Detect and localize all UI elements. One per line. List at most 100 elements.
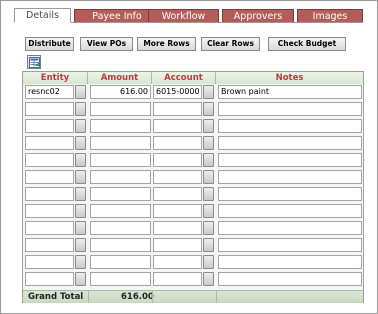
entity-lookup-button[interactable]: [75, 136, 86, 150]
entity-lookup-button[interactable]: [75, 119, 86, 133]
notes-input[interactable]: Brown paint: [218, 85, 362, 99]
entity-input[interactable]: [25, 102, 74, 116]
total-divider: [88, 291, 89, 303]
account-lookup-button[interactable]: [203, 119, 214, 133]
more-rows-button[interactable]: More Rows: [137, 37, 196, 51]
notes-input[interactable]: [218, 170, 362, 184]
table-row: [23, 169, 363, 186]
amount-input[interactable]: [90, 170, 151, 184]
entity-lookup-button[interactable]: [75, 170, 86, 184]
amount-input[interactable]: [90, 119, 151, 133]
account-lookup-button[interactable]: [203, 272, 214, 286]
notes-input[interactable]: [218, 238, 362, 252]
table-row: [23, 152, 363, 169]
entity-input[interactable]: [25, 204, 74, 218]
account-input[interactable]: [153, 170, 202, 184]
table-row: [23, 237, 363, 254]
tab-approvers[interactable]: Approvers: [222, 9, 294, 22]
entity-lookup-button[interactable]: [75, 153, 86, 167]
table-row: [23, 220, 363, 237]
account-input[interactable]: [153, 255, 202, 269]
account-input[interactable]: [153, 119, 202, 133]
table-row: [23, 118, 363, 135]
column-header-amount: Amount: [88, 72, 152, 84]
grand-total-amount: 616.00: [121, 292, 154, 302]
amount-input[interactable]: [90, 153, 151, 167]
account-lookup-button[interactable]: [203, 136, 214, 150]
notes-input[interactable]: [218, 221, 362, 235]
table-row: [23, 135, 363, 152]
amount-input[interactable]: [90, 102, 151, 116]
amount-input[interactable]: 616.00: [90, 85, 151, 99]
account-lookup-button[interactable]: [203, 255, 214, 269]
notes-input[interactable]: [218, 255, 362, 269]
table-row: [23, 254, 363, 271]
entity-lookup-button[interactable]: [75, 204, 86, 218]
account-input[interactable]: [153, 136, 202, 150]
notes-input[interactable]: [218, 153, 362, 167]
clear-rows-button[interactable]: Clear Rows: [201, 37, 260, 51]
account-lookup-button[interactable]: [203, 102, 214, 116]
account-input[interactable]: [153, 221, 202, 235]
notes-input[interactable]: [218, 102, 362, 116]
entity-input[interactable]: [25, 272, 74, 286]
table-row: resnc02 616.00 6015-0000 Brown paint: [23, 84, 363, 101]
account-input[interactable]: 6015-0000: [153, 85, 202, 99]
entity-input[interactable]: resnc02: [25, 85, 74, 99]
entity-lookup-button[interactable]: [75, 255, 86, 269]
account-lookup-button[interactable]: [203, 153, 214, 167]
amount-input[interactable]: [90, 221, 151, 235]
entity-input[interactable]: [25, 187, 74, 201]
account-input[interactable]: [153, 187, 202, 201]
entity-input[interactable]: [25, 255, 74, 269]
entity-lookup-button[interactable]: [75, 85, 86, 99]
amount-input[interactable]: [90, 272, 151, 286]
entity-lookup-button[interactable]: [75, 221, 86, 235]
notes-input[interactable]: [218, 272, 362, 286]
account-input[interactable]: [153, 102, 202, 116]
entity-input[interactable]: [25, 221, 74, 235]
tab-details[interactable]: Details: [14, 8, 71, 23]
notes-input[interactable]: [218, 204, 362, 218]
account-lookup-button[interactable]: [203, 238, 214, 252]
entity-lookup-button[interactable]: [75, 272, 86, 286]
account-lookup-button[interactable]: [203, 221, 214, 235]
tab-workflow[interactable]: Workflow: [148, 9, 219, 22]
grand-total-row: Grand Total 616.00: [23, 290, 363, 303]
grand-total-label: Grand Total: [28, 292, 84, 302]
check-budget-button[interactable]: Check Budget: [268, 37, 346, 51]
entity-input[interactable]: [25, 136, 74, 150]
amount-input[interactable]: [90, 187, 151, 201]
amount-input[interactable]: [90, 136, 151, 150]
entity-input[interactable]: [25, 170, 74, 184]
account-lookup-button[interactable]: [203, 187, 214, 201]
table-row: [23, 101, 363, 118]
account-input[interactable]: [153, 153, 202, 167]
account-input[interactable]: [153, 272, 202, 286]
account-input[interactable]: [153, 204, 202, 218]
amount-input[interactable]: [90, 238, 151, 252]
amount-input[interactable]: [90, 255, 151, 269]
account-input[interactable]: [153, 238, 202, 252]
table-row: [23, 271, 363, 288]
entity-lookup-button[interactable]: [75, 102, 86, 116]
column-header-entity: Entity: [23, 72, 88, 84]
notes-input[interactable]: [218, 119, 362, 133]
entity-lookup-button[interactable]: [75, 238, 86, 252]
entity-lookup-button[interactable]: [75, 187, 86, 201]
account-lookup-button[interactable]: [203, 170, 214, 184]
distribute-button[interactable]: Distribute: [25, 37, 74, 51]
amount-input[interactable]: [90, 204, 151, 218]
entity-input[interactable]: [25, 238, 74, 252]
export-button[interactable]: [27, 55, 41, 69]
notes-input[interactable]: [218, 187, 362, 201]
view-pos-button[interactable]: View POs: [80, 37, 133, 51]
column-header-account: Account: [152, 72, 216, 84]
entity-input[interactable]: [25, 119, 74, 133]
account-lookup-button[interactable]: [203, 85, 214, 99]
tab-images[interactable]: Images: [297, 9, 363, 22]
distribution-grid: Entity Amount Account Notes resnc02 616.0…: [22, 71, 364, 303]
notes-input[interactable]: [218, 136, 362, 150]
account-lookup-button[interactable]: [203, 204, 214, 218]
entity-input[interactable]: [25, 153, 74, 167]
